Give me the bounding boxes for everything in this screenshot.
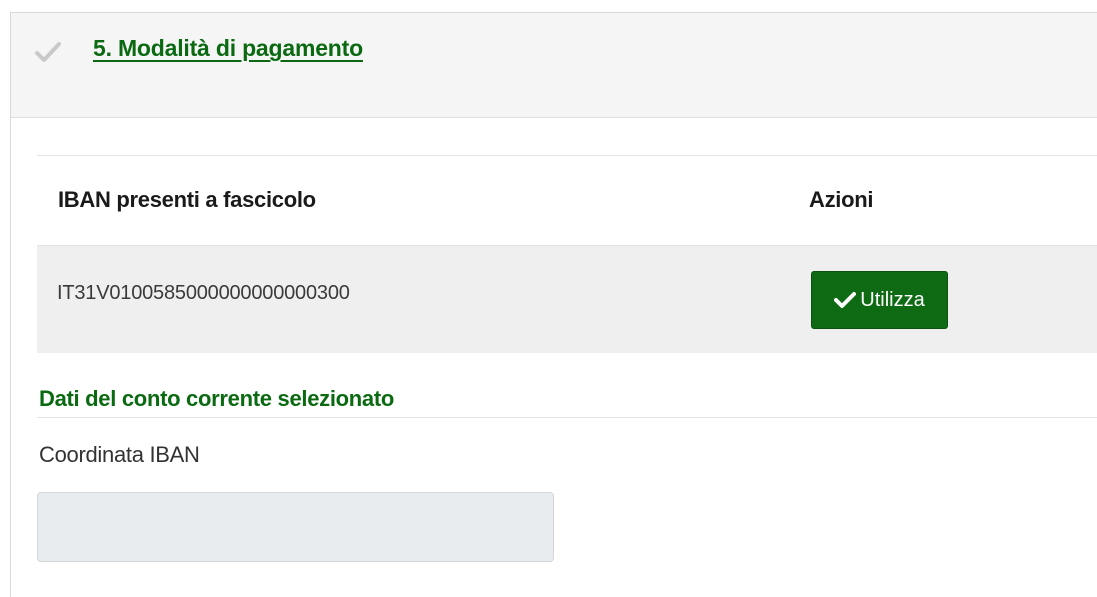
table-row: IT31V0100585000000000000300 Utilizza [37,245,1097,353]
check-icon [35,42,61,62]
use-iban-button-label: Utilizza [860,288,925,311]
iban-field-label: Coordinata IBAN [39,442,200,467]
column-header-actions: Azioni [809,187,874,212]
selected-account-title: Dati del conto corrente selezionato [39,386,395,411]
section-header: 5. Modalità di pagamento [11,13,1097,118]
iban-cell: IT31V0100585000000000000300 [57,282,350,304]
section-title-link[interactable]: 5. Modalità di pagamento [93,35,363,62]
table-divider [37,155,1097,156]
subsection-divider [37,417,1097,418]
use-iban-button[interactable]: Utilizza [811,271,948,329]
iban-input[interactable] [37,492,554,562]
payment-method-panel: 5. Modalità di pagamento IBAN presenti a… [10,12,1097,597]
check-icon [834,292,857,308]
column-header-iban: IBAN presenti a fascicolo [58,187,316,212]
